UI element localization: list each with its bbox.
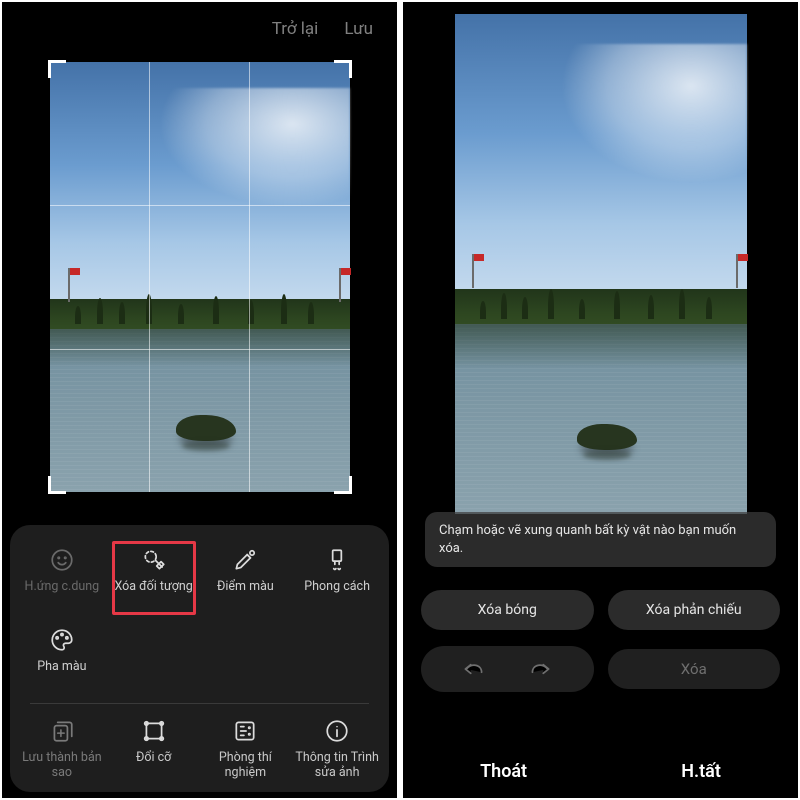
tool-label: Phong cách xyxy=(304,579,370,607)
eyedropper-icon xyxy=(232,547,258,573)
util-label: Thông tin Trình sửa ảnh xyxy=(291,750,383,780)
tool-object-eraser[interactable]: Xóa đối tượng xyxy=(108,539,200,619)
save-button[interactable]: Lưu xyxy=(344,19,373,39)
done-button[interactable]: H.tất xyxy=(681,761,721,782)
bottom-actions: Thoát H.tất xyxy=(403,761,798,782)
editor-screen-erase: Chạm hoặc vẽ xung quanh bất kỳ vật nào b… xyxy=(403,2,798,798)
undo-icon[interactable] xyxy=(461,656,487,682)
tool-sheet: H.ứng c.dung Xóa đối tượng Điểm màu Phon… xyxy=(10,525,389,792)
top-actions: Trở lại Lưu xyxy=(2,2,397,56)
util-about-editor[interactable]: Thông tin Trình sửa ảnh xyxy=(291,712,383,780)
brush-icon xyxy=(324,547,350,573)
photo-preview xyxy=(50,62,350,492)
erase-option-row: Xóa bóng Xóa phản chiếu xyxy=(421,590,780,630)
back-button[interactable]: Trở lại xyxy=(272,19,319,39)
tool-spot-color[interactable]: Điểm màu xyxy=(200,539,292,619)
instruction-hint: Chạm hoặc vẽ xung quanh bất kỳ vật nào b… xyxy=(425,512,776,567)
undo-redo-group xyxy=(421,646,594,692)
tool-style[interactable]: Phong cách xyxy=(291,539,383,619)
tool-label: Điểm màu xyxy=(217,579,274,607)
photo-preview xyxy=(455,14,747,514)
util-label: Lưu thành bản sao xyxy=(16,750,108,780)
save-copy-icon xyxy=(49,718,75,744)
tool-label: Xóa đối tượng xyxy=(114,579,192,607)
tool-portrait-effect[interactable]: H.ứng c.dung xyxy=(16,539,108,619)
util-save-copy[interactable]: Lưu thành bản sao xyxy=(16,712,108,780)
util-resize[interactable]: Đổi cỡ xyxy=(108,712,200,780)
palette-icon xyxy=(49,627,75,653)
exit-button[interactable]: Thoát xyxy=(480,761,527,782)
resize-icon xyxy=(141,718,167,744)
redo-icon[interactable] xyxy=(527,656,553,682)
sheet-divider xyxy=(30,703,369,704)
labs-icon xyxy=(232,718,258,744)
util-label: Phòng thí nghiệm xyxy=(200,750,292,780)
tool-label: Pha màu xyxy=(37,659,86,687)
photo-erase-area[interactable] xyxy=(455,14,747,514)
tool-label: H.ứng c.dung xyxy=(25,579,100,607)
util-labs[interactable]: Phòng thí nghiệm xyxy=(200,712,292,780)
erase-apply-button[interactable]: Xóa xyxy=(608,649,781,689)
util-label: Đổi cỡ xyxy=(136,750,171,765)
tool-color-mix[interactable]: Pha màu xyxy=(16,619,108,699)
face-icon xyxy=(49,547,75,573)
erase-reflections-button[interactable]: Xóa phản chiếu xyxy=(608,590,781,630)
erase-shadows-button[interactable]: Xóa bóng xyxy=(421,590,594,630)
eraser-icon xyxy=(141,547,167,573)
undo-redo-row: Xóa xyxy=(421,646,780,692)
info-icon xyxy=(324,718,350,744)
editor-screen-tools: Trở lại Lưu xyxy=(2,2,397,798)
photo-crop-area[interactable] xyxy=(50,62,350,492)
